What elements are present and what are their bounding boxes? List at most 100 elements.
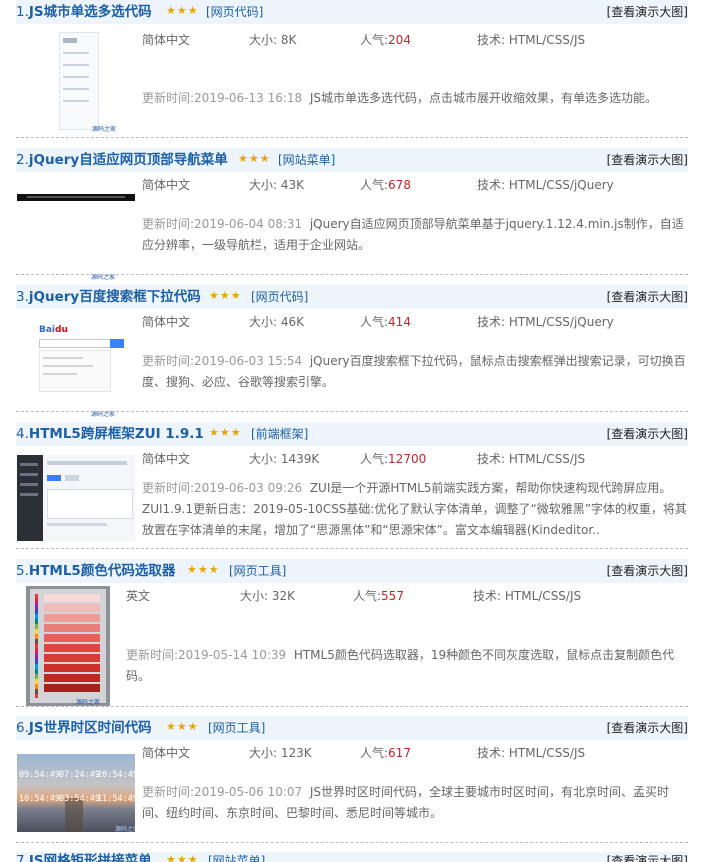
item-thumbnail[interactable]: 源码之家 <box>17 176 135 284</box>
size-value: 32K <box>271 589 296 603</box>
description-text: JS城市单选多选代码，点击城市展开收缩效果，有单选多选功能。 <box>309 91 657 105</box>
item-description: 更新时间:2019-05-14 10:39 HTML5颜色代码选取器，19种颜色… <box>126 645 688 687</box>
tech-label: 技术: <box>477 33 506 47</box>
item-size: 大小: 8K <box>249 32 296 48</box>
item-number: 5. <box>16 563 29 579</box>
item-language: 简体中文 <box>142 315 191 329</box>
view-demo-link[interactable]: [查看演示大图] <box>607 289 688 305</box>
popularity-label: 人气: <box>360 315 389 329</box>
item-language: 简体中文 <box>142 33 191 47</box>
item-title[interactable]: 6.JS世界时区时间代码 <box>16 719 152 737</box>
item-category[interactable]: [网页工具] <box>208 720 265 736</box>
star-icon: ★ <box>230 426 241 439</box>
star-icon: ★ <box>166 4 176 17</box>
star-icon: ★ <box>187 4 198 17</box>
item-title[interactable]: 7.JS网格矩形拼接菜单 <box>16 852 152 862</box>
popularity-label: 人气: <box>360 178 389 192</box>
star-icon: ★ <box>209 426 219 439</box>
item-number: 1. <box>16 4 29 20</box>
popularity-value: 12700 <box>388 452 427 466</box>
star-icon: ★ <box>219 426 230 439</box>
view-demo-link[interactable]: [查看演示大图] <box>607 853 688 862</box>
view-demo-link[interactable]: [查看演示大图] <box>607 720 688 736</box>
item-title-link[interactable]: jQuery百度搜索框下拉代码 <box>29 289 201 305</box>
list-item: 7.JS网格矩形拼接菜单 ★ ★ ★ [网站菜单] [查看演示大图] <box>16 852 688 862</box>
item-number: 6. <box>16 720 29 736</box>
item-thumbnail[interactable] <box>17 455 135 541</box>
item-size: 大小: 46K <box>249 314 304 330</box>
item-thumbnail[interactable]: 源码之家 <box>17 28 135 136</box>
item-description: 更新时间:2019-05-06 10:07 JS世界时区时间代码，全球主要城市时… <box>142 782 688 824</box>
updated-label: 更新时间: <box>142 217 195 231</box>
tech-value: HTML/CSS/JS <box>504 589 582 603</box>
size-label: 大小: <box>240 589 269 603</box>
item-popularity: 人气:557 <box>353 588 404 604</box>
item-size: 大小: 43K <box>249 177 304 193</box>
updated-time: 2019-06-13 16:18 <box>194 91 303 105</box>
view-demo-link[interactable]: [查看演示大图] <box>607 563 688 579</box>
item-title-link[interactable]: HTML5跨屏框架ZUI 1.9.1 <box>29 426 204 442</box>
item-title-link[interactable]: JS网格矩形拼接菜单 <box>29 853 152 862</box>
item-number: 7. <box>16 853 29 862</box>
item-title[interactable]: 2.jQuery自适应网页顶部导航菜单 <box>16 151 228 169</box>
item-tech: 技术: HTML/CSS/JS <box>473 588 581 604</box>
item-category[interactable]: [网站菜单] <box>208 853 265 862</box>
star-icon: ★ <box>248 152 259 165</box>
updated-time: 2019-06-03 15:54 <box>194 354 303 368</box>
item-number: 4. <box>16 426 29 442</box>
star-icon: ★ <box>176 4 187 17</box>
popularity-label: 人气: <box>360 452 389 466</box>
item-title-link[interactable]: HTML5颜色代码选取器 <box>29 563 175 579</box>
item-popularity: 人气:617 <box>360 745 411 761</box>
item-title[interactable]: 3.jQuery百度搜索框下拉代码 <box>16 288 201 306</box>
item-language: 简体中文 <box>142 178 191 192</box>
updated-label: 更新时间: <box>126 648 179 662</box>
item-title[interactable]: 4.HTML5跨屏框架ZUI 1.9.1 <box>16 425 204 443</box>
star-icon: ★ <box>197 563 208 576</box>
item-category[interactable]: [网页代码] <box>206 4 263 20</box>
view-demo-link[interactable]: [查看演示大图] <box>607 4 688 20</box>
updated-time: 2019-05-14 10:39 <box>178 648 287 662</box>
popularity-value: 678 <box>388 178 411 192</box>
item-category[interactable]: [网站菜单] <box>278 152 335 168</box>
view-demo-link[interactable]: [查看演示大图] <box>607 426 688 442</box>
item-title-link[interactable]: jQuery自适应网页顶部导航菜单 <box>29 152 228 168</box>
view-demo-link[interactable]: [查看演示大图] <box>607 152 688 168</box>
item-thumbnail[interactable]: Baidu 源码之家 <box>17 313 135 421</box>
item-category[interactable]: [网页工具] <box>229 563 286 579</box>
updated-label: 更新时间: <box>142 481 195 495</box>
item-category[interactable]: [前端框架] <box>251 426 308 442</box>
clock-time: 10:54:49 <box>19 794 60 804</box>
item-tech: 技术: HTML/CSS/JS <box>477 451 585 467</box>
star-icon: ★ <box>208 563 219 576</box>
item-thumbnail[interactable]: 源码之家 <box>26 586 110 706</box>
divider <box>16 842 688 843</box>
size-label: 大小: <box>249 33 278 47</box>
divider <box>16 274 688 275</box>
tech-label: 技术: <box>477 746 506 760</box>
item-language: 简体中文 <box>142 746 191 760</box>
item-category[interactable]: [网页代码] <box>251 289 308 305</box>
updated-time: 2019-05-06 10:07 <box>194 785 303 799</box>
tech-label: 技术: <box>477 178 506 192</box>
popularity-label: 人气: <box>353 589 382 603</box>
rating-stars: ★ ★ ★ <box>209 290 241 302</box>
popularity-label: 人气: <box>360 33 389 47</box>
item-description: 更新时间:2019-06-03 09:26 ZUI是一个开源HTML5前端实践方… <box>142 478 688 541</box>
divider <box>16 137 688 138</box>
item-size: 大小: 1439K <box>249 451 319 467</box>
item-language: 简体中文 <box>142 452 191 466</box>
item-title-link[interactable]: JS城市单选多选代码 <box>29 4 152 20</box>
size-label: 大小: <box>249 452 278 466</box>
updated-time: 2019-06-03 09:26 <box>194 481 303 495</box>
item-title-link[interactable]: JS世界时区时间代码 <box>29 720 152 736</box>
tech-value: HTML/CSS/jQuery <box>508 178 614 192</box>
star-icon: ★ <box>230 289 241 302</box>
item-thumbnail[interactable]: 09:54:49 07:24:49 20:54:49 10:54:49 03:5… <box>17 754 135 832</box>
item-description: 更新时间:2019-06-04 08:31 jQuery自适应网页顶部导航菜单基… <box>142 214 688 256</box>
size-value: 43K <box>280 178 305 192</box>
item-title[interactable]: 5.HTML5颜色代码选取器 <box>16 562 175 580</box>
star-icon: ★ <box>166 853 176 862</box>
item-title[interactable]: 1.JS城市单选多选代码 <box>16 3 152 21</box>
updated-label: 更新时间: <box>142 91 195 105</box>
